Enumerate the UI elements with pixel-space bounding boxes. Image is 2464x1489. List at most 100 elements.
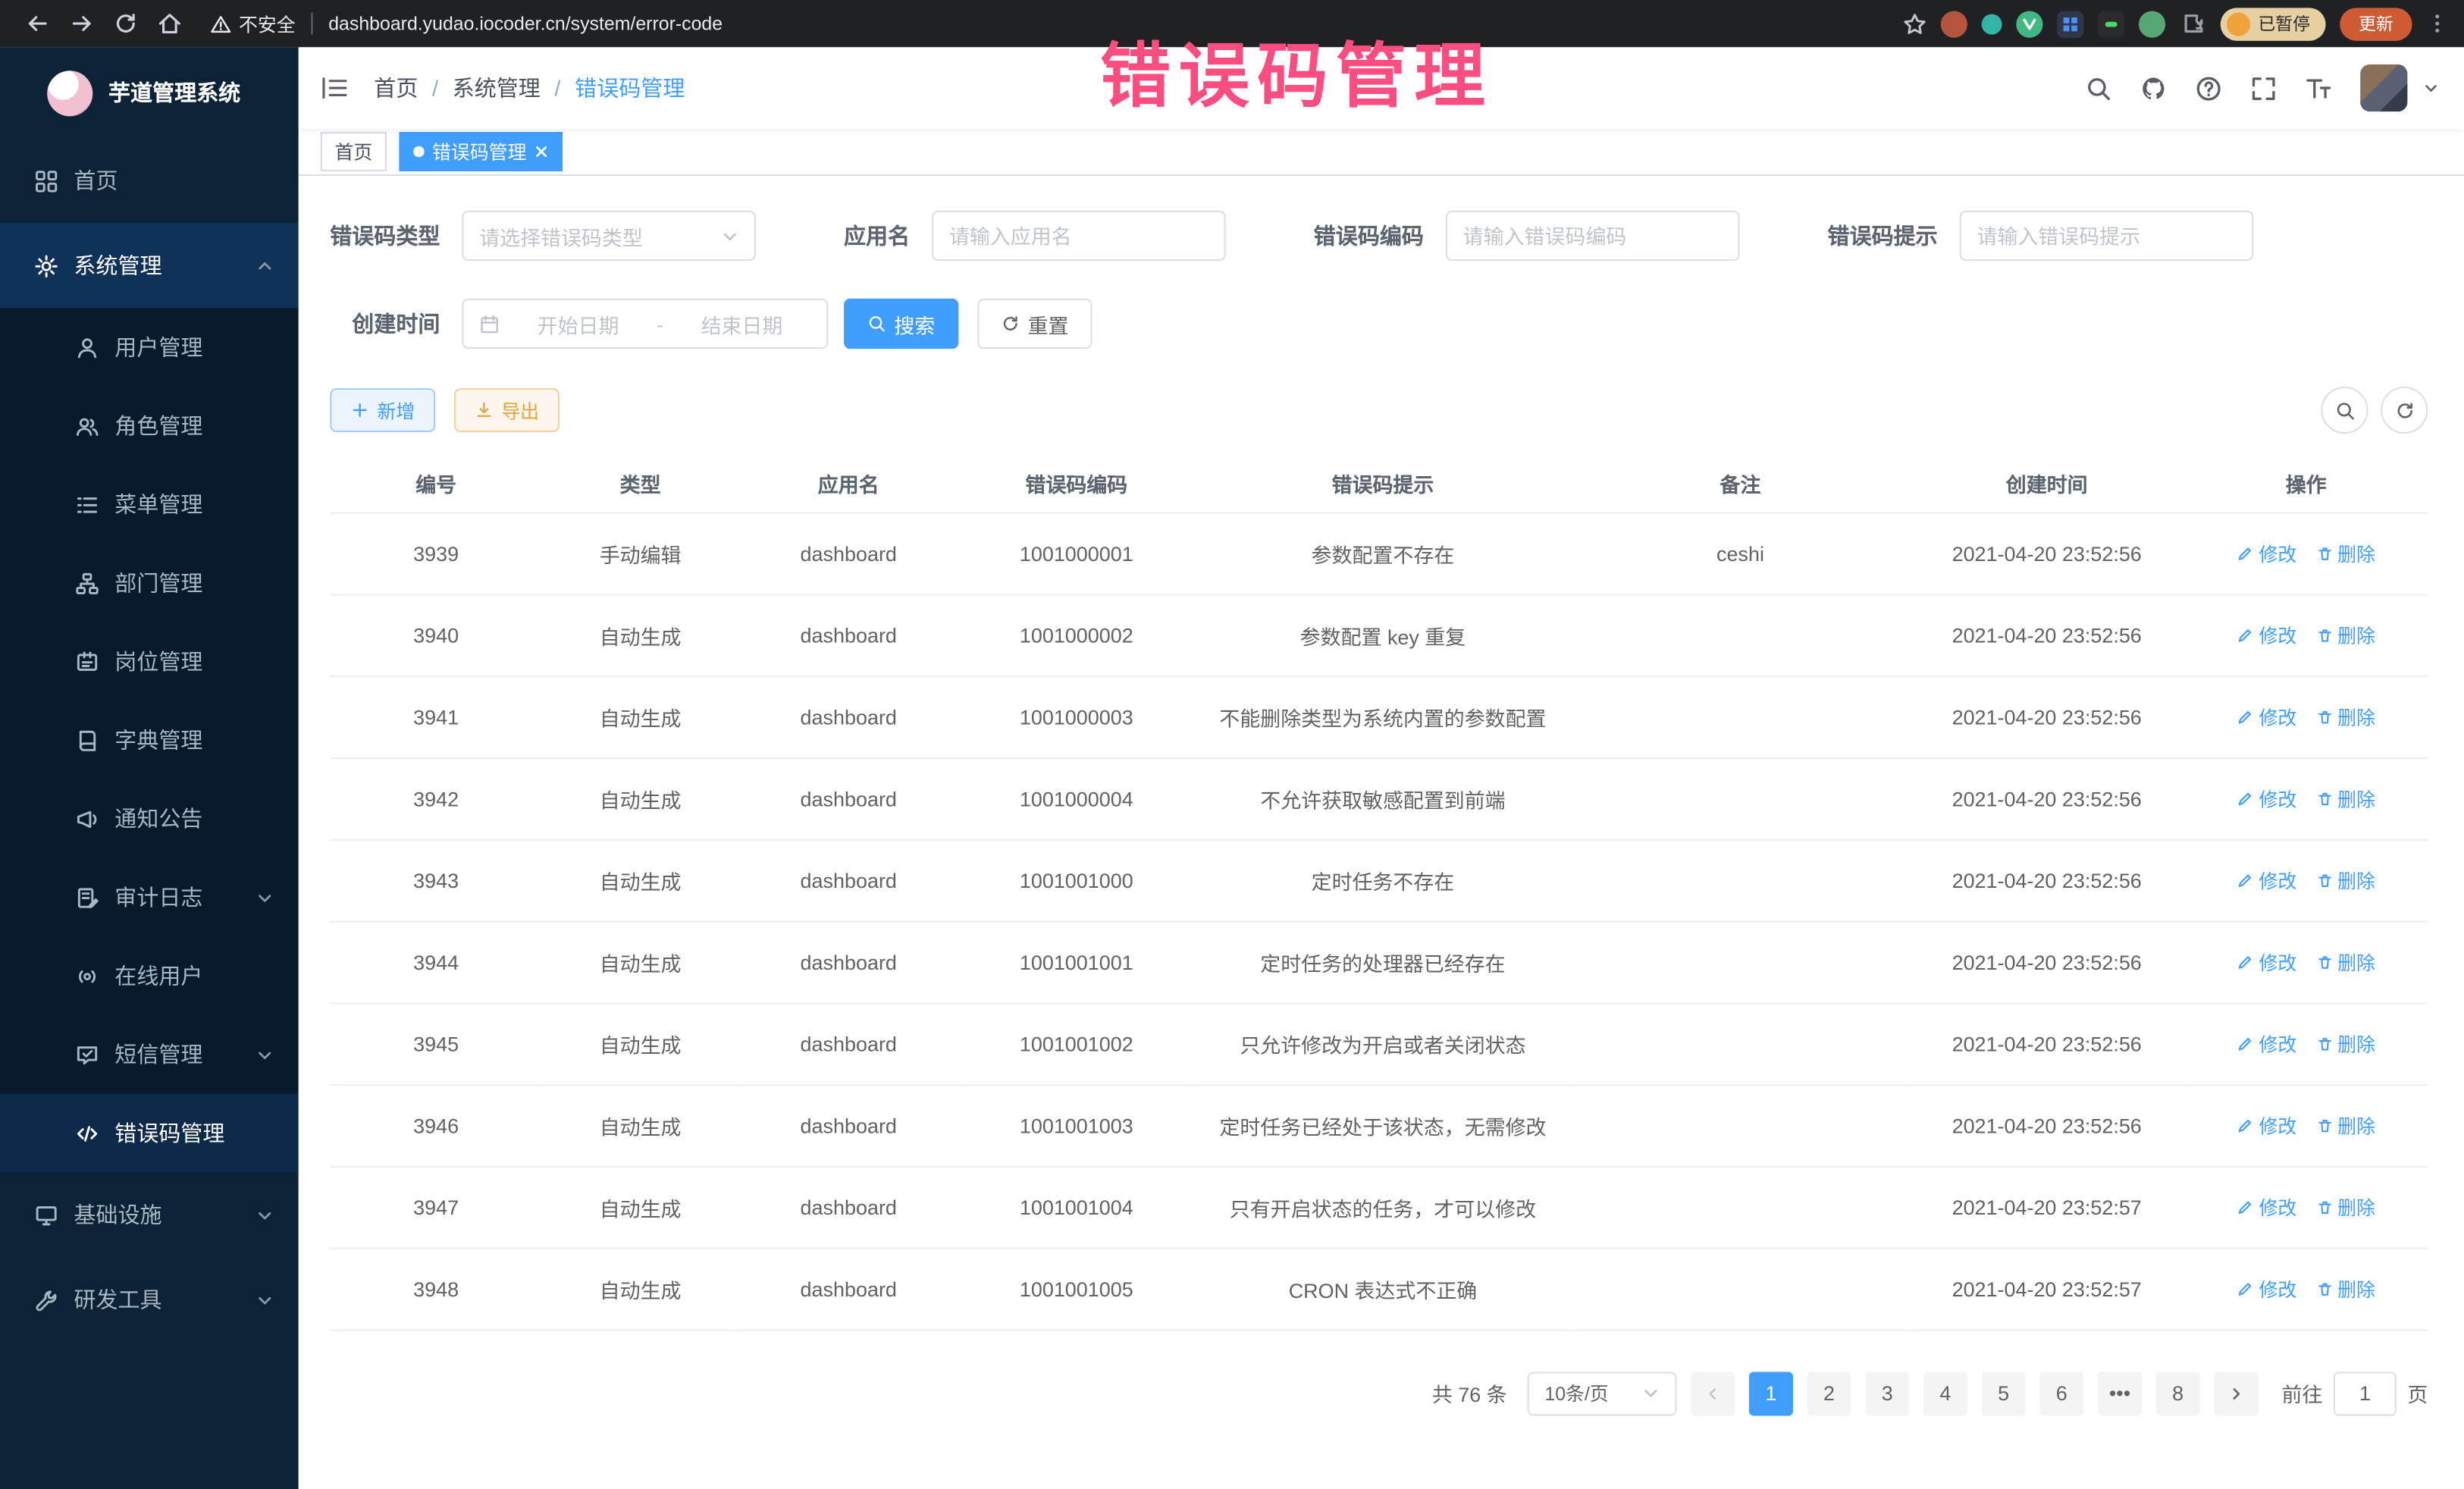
export-button[interactable]: 导出 bbox=[454, 388, 560, 432]
edit-link[interactable]: 修改 bbox=[2237, 867, 2296, 893]
cell-actions: 修改 删除 bbox=[2184, 594, 2428, 676]
edit-link[interactable]: 修改 bbox=[2237, 704, 2296, 730]
page-ellipsis-button[interactable]: ••• bbox=[2098, 1371, 2142, 1415]
add-button[interactable]: 新增 bbox=[330, 388, 435, 432]
sidebar-item-departments[interactable]: 部门管理 bbox=[0, 544, 299, 622]
page-button-8[interactable]: 8 bbox=[2156, 1371, 2200, 1415]
delete-link[interactable]: 删除 bbox=[2315, 948, 2375, 975]
delete-icon bbox=[2315, 1117, 2333, 1134]
refresh-table-button[interactable] bbox=[2381, 387, 2428, 434]
breadcrumb-home[interactable]: 首页 bbox=[374, 72, 418, 103]
reset-button[interactable]: 重置 bbox=[977, 299, 1092, 349]
edit-link[interactable]: 修改 bbox=[2237, 785, 2296, 811]
error-code-input[interactable] bbox=[1463, 224, 1723, 247]
start-date-placeholder[interactable]: 开始日期 bbox=[509, 309, 647, 338]
search-button[interactable]: 搜索 bbox=[844, 299, 958, 349]
collapse-sidebar-button[interactable] bbox=[321, 74, 349, 102]
prev-page-button[interactable] bbox=[1691, 1371, 1735, 1415]
close-tab-icon[interactable] bbox=[534, 145, 549, 159]
delete-link[interactable]: 删除 bbox=[2315, 867, 2375, 893]
security-chip[interactable]: 不安全 bbox=[211, 10, 296, 36]
edit-link[interactable]: 修改 bbox=[2237, 948, 2296, 975]
sidebar-item-roles[interactable]: 角色管理 bbox=[0, 387, 299, 466]
back-button[interactable] bbox=[25, 11, 50, 36]
fullscreen-icon[interactable] bbox=[2250, 74, 2277, 101]
cell-hint: 参数配置不存在 bbox=[1194, 513, 1571, 594]
delete-link[interactable]: 删除 bbox=[2315, 1275, 2375, 1302]
sidebar-item-dev-tools[interactable]: 研发工具 bbox=[0, 1257, 299, 1342]
goto-page-input[interactable] bbox=[2334, 1371, 2397, 1415]
sidebar-item-sms[interactable]: 短信管理 bbox=[0, 1015, 299, 1094]
toggle-search-button[interactable] bbox=[2321, 387, 2368, 434]
sidebar-item-users[interactable]: 用户管理 bbox=[0, 308, 299, 387]
filter-row-2: 创建时间 开始日期 - 结束日期 搜索 重置 bbox=[352, 299, 2428, 349]
next-page-button[interactable] bbox=[2214, 1371, 2258, 1415]
date-range-picker[interactable]: 开始日期 - 结束日期 bbox=[462, 299, 828, 349]
extension-grid-icon[interactable] bbox=[2057, 10, 2083, 36]
app-name-input[interactable] bbox=[949, 224, 1208, 247]
page-size-select[interactable]: 10条/页 bbox=[1528, 1371, 1677, 1415]
edit-link[interactable]: 修改 bbox=[2237, 540, 2296, 566]
app-name-field bbox=[932, 211, 1226, 261]
font-size-icon[interactable] bbox=[2306, 74, 2332, 101]
edit-link[interactable]: 修改 bbox=[2237, 1275, 2296, 1302]
delete-link[interactable]: 删除 bbox=[2315, 1030, 2375, 1057]
page-button-1[interactable]: 1 bbox=[1749, 1371, 1793, 1415]
puzzle-extensions-icon[interactable] bbox=[2180, 10, 2206, 36]
extension-on-icon[interactable] bbox=[2098, 10, 2124, 36]
delete-link[interactable]: 删除 bbox=[2315, 622, 2375, 648]
user-avatar[interactable] bbox=[2360, 64, 2407, 111]
profile-paused-badge[interactable]: 已暂停 bbox=[2221, 7, 2326, 40]
sidebar-item-audit-log[interactable]: 审计日志 bbox=[0, 858, 299, 937]
search-icon[interactable] bbox=[2085, 74, 2111, 101]
tab-error-code[interactable]: 错误码管理 bbox=[399, 132, 563, 171]
url-bar[interactable]: dashboard.yudao.iocoder.cn/system/error-… bbox=[328, 13, 723, 35]
page-button-4[interactable]: 4 bbox=[1923, 1371, 1967, 1415]
sidebar-item-posts[interactable]: 岗位管理 bbox=[0, 622, 299, 701]
sidebar-item-online-users[interactable]: 在线用户 bbox=[0, 936, 299, 1015]
delete-link[interactable]: 删除 bbox=[2315, 704, 2375, 730]
extension-paw-icon[interactable] bbox=[2139, 10, 2165, 36]
menu-label: 字典管理 bbox=[114, 725, 273, 756]
browser-menu-icon[interactable] bbox=[2426, 13, 2448, 35]
chevron-down-icon[interactable] bbox=[2423, 80, 2439, 96]
delete-link[interactable]: 删除 bbox=[2315, 785, 2375, 811]
update-button[interactable]: 更新 bbox=[2340, 7, 2412, 40]
extension-icon[interactable] bbox=[1982, 14, 2002, 34]
sidebar-item-error-code[interactable]: 错误码管理 bbox=[0, 1094, 299, 1173]
edit-link[interactable]: 修改 bbox=[2237, 622, 2296, 648]
app-logo[interactable]: 芋道管理系统 bbox=[0, 47, 299, 138]
home-button[interactable] bbox=[157, 11, 182, 36]
vue-devtools-icon[interactable] bbox=[2016, 10, 2042, 36]
bookmark-star-icon[interactable] bbox=[1903, 12, 1926, 36]
forward-button[interactable] bbox=[69, 11, 94, 36]
delete-link[interactable]: 删除 bbox=[2315, 1193, 2375, 1220]
breadcrumb-system[interactable]: 系统管理 bbox=[453, 72, 541, 103]
cell-app: dashboard bbox=[738, 1248, 958, 1330]
tab-home[interactable]: 首页 bbox=[321, 132, 387, 171]
error-type-select[interactable]: 请选择错误码类型 bbox=[462, 211, 756, 261]
sidebar-item-home[interactable]: 首页 bbox=[0, 138, 299, 223]
edit-link[interactable]: 修改 bbox=[2237, 1193, 2296, 1220]
sidebar-item-dict[interactable]: 字典管理 bbox=[0, 701, 299, 779]
reload-button[interactable] bbox=[113, 11, 138, 36]
delete-link[interactable]: 删除 bbox=[2315, 1111, 2375, 1138]
page-button-2[interactable]: 2 bbox=[1807, 1371, 1851, 1415]
page-button-6[interactable]: 6 bbox=[2039, 1371, 2083, 1415]
sidebar-item-menus[interactable]: 菜单管理 bbox=[0, 466, 299, 544]
end-date-placeholder[interactable]: 结束日期 bbox=[672, 309, 810, 338]
extension-icon[interactable] bbox=[1941, 10, 1967, 36]
help-icon[interactable] bbox=[2196, 74, 2222, 101]
sidebar-item-infrastructure[interactable]: 基础设施 bbox=[0, 1172, 299, 1257]
page-button-5[interactable]: 5 bbox=[1982, 1371, 2026, 1415]
error-hint-input[interactable] bbox=[1977, 224, 2236, 247]
cell-id: 3943 bbox=[330, 839, 542, 921]
sidebar-item-system[interactable]: 系统管理 bbox=[0, 223, 299, 308]
page-button-3[interactable]: 3 bbox=[1865, 1371, 1909, 1415]
sidebar-item-notice[interactable]: 通知公告 bbox=[0, 779, 299, 858]
github-icon[interactable] bbox=[2140, 74, 2167, 101]
edit-link[interactable]: 修改 bbox=[2237, 1111, 2296, 1138]
tags-view-bar: 首页 错误码管理 bbox=[299, 129, 2464, 176]
delete-link[interactable]: 删除 bbox=[2315, 540, 2375, 566]
edit-link[interactable]: 修改 bbox=[2237, 1030, 2296, 1057]
